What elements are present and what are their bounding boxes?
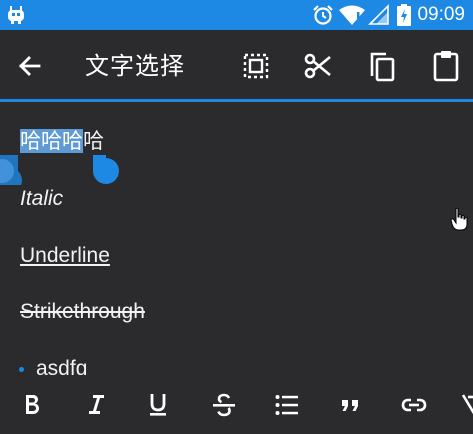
bullet-list-icon[interactable]: [273, 391, 301, 419]
selection-start-handle[interactable]: [0, 151, 22, 185]
selected-text: 哈哈哈: [20, 129, 83, 153]
selection-end-handle[interactable]: [92, 151, 120, 185]
cut-icon[interactable]: [300, 48, 336, 84]
bold-icon[interactable]: [18, 391, 46, 419]
select-all-icon[interactable]: [238, 48, 274, 84]
wifi-icon: [339, 5, 365, 25]
format-toolbar: [0, 375, 473, 434]
editor-line-italic[interactable]: Italic: [20, 186, 63, 212]
battery-icon: [397, 4, 411, 26]
quote-icon[interactable]: [336, 391, 364, 419]
editor-line-strikethrough[interactable]: Strikethrough: [20, 299, 145, 325]
editor-line-underline[interactable]: Underline: [20, 243, 110, 269]
signal-icon: [368, 4, 389, 25]
clear-format-icon[interactable]: [460, 391, 473, 419]
back-icon[interactable]: [12, 48, 48, 84]
copy-icon[interactable]: [364, 48, 400, 84]
italic-icon[interactable]: [82, 391, 110, 419]
app-notification-icon: [8, 6, 24, 24]
status-bar: 09:09: [0, 0, 473, 30]
page-title: 文字选择: [85, 52, 185, 80]
editor-bullet-item[interactable]: asdfg: [36, 356, 87, 375]
toolbar: 文字选择: [0, 30, 473, 102]
bullet-dot: [19, 367, 24, 372]
hand-cursor-icon: [450, 207, 468, 231]
rich-text-editor[interactable]: 哈哈哈哈 Italic Underline Strikethrough asdf…: [0, 105, 473, 375]
alarm-icon: [313, 5, 333, 25]
paste-icon[interactable]: [428, 48, 464, 84]
strikethrough-icon[interactable]: [210, 391, 238, 419]
unselected-text: 哈: [83, 129, 104, 153]
link-icon[interactable]: [400, 391, 428, 419]
status-time: 09:09: [417, 4, 465, 25]
underline-icon[interactable]: [144, 391, 172, 419]
